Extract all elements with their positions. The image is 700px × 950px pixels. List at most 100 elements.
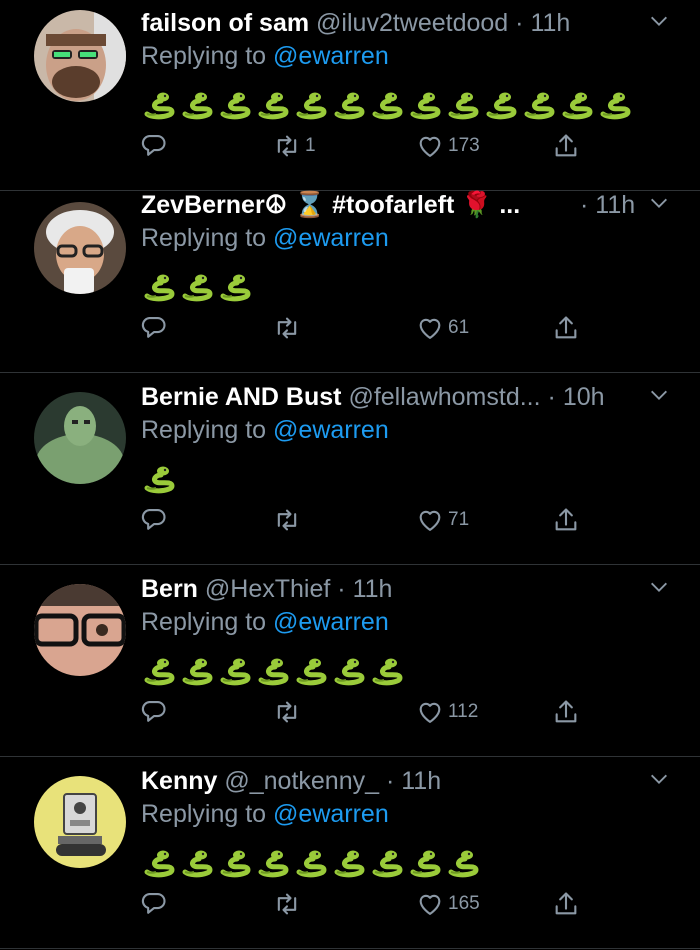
replying-label: Replying to: [141, 224, 267, 252]
like-button[interactable]: 61: [416, 308, 469, 348]
retweet-icon: [277, 701, 297, 723]
snake-emoji: [369, 652, 405, 688]
mention-link[interactable]: @ewarren: [273, 416, 389, 444]
share-button[interactable]: [552, 308, 580, 348]
snake-emoji: [179, 86, 215, 122]
snake-emoji: [407, 844, 443, 880]
mention-link[interactable]: @ewarren: [273, 42, 389, 70]
chevron-down-icon[interactable]: [648, 384, 670, 406]
share-button[interactable]: [552, 884, 580, 924]
tweet-header: Kenny @_notkenny_ · 11h: [141, 766, 441, 796]
avatar[interactable]: [34, 10, 126, 102]
display-name[interactable]: ZevBerner☮ ⌛ #toofarleft 🌹 ...: [141, 191, 520, 219]
like-button[interactable]: 165: [416, 884, 480, 924]
share-button[interactable]: [552, 500, 580, 540]
timestamp[interactable]: 10h: [563, 383, 605, 411]
heart-icon: [419, 894, 441, 915]
tweet-actions: 61: [140, 308, 600, 348]
timestamp[interactable]: 11h: [401, 767, 441, 795]
timestamp[interactable]: 11h: [595, 191, 635, 219]
avatar[interactable]: [34, 584, 126, 676]
avatar[interactable]: [34, 776, 126, 868]
reply-button[interactable]: [140, 500, 168, 540]
retweet-button[interactable]: [273, 692, 301, 732]
tweet-actions: 1 173: [140, 126, 600, 166]
reply-button[interactable]: [140, 126, 168, 166]
reply-button[interactable]: [140, 692, 168, 732]
user-handle[interactable]: @iluv2tweetdood: [316, 9, 508, 37]
tweet[interactable]: ZevBerner☮ ⌛ #toofarleft 🌹 ... · 11h Rep…: [0, 182, 700, 373]
snake-emoji: [369, 86, 405, 122]
retweet-button[interactable]: 1: [273, 126, 316, 166]
separator-dot: ·: [385, 767, 395, 795]
retweet-button[interactable]: [273, 500, 301, 540]
separator-dot: ·: [580, 191, 589, 219]
retweet-button[interactable]: [273, 308, 301, 348]
snake-emoji: [293, 844, 329, 880]
display-name[interactable]: failson of sam: [141, 9, 309, 37]
share-icon: [555, 316, 577, 339]
replying-to: Replying to @ewarren: [141, 415, 389, 445]
snake-emoji: [217, 268, 253, 304]
chevron-down-icon[interactable]: [648, 576, 670, 598]
heart-icon: [419, 702, 441, 723]
snake-emoji: [179, 268, 215, 304]
retweet-icon: [277, 135, 297, 157]
heart-icon: [419, 136, 441, 157]
tweet-text: [141, 840, 483, 880]
display-name[interactable]: Bern: [141, 575, 198, 603]
tweet[interactable]: Bern @HexThief · 11h Replying to @ewarre…: [0, 566, 700, 757]
timestamp[interactable]: 11h: [353, 575, 393, 603]
replying-label: Replying to: [141, 42, 267, 70]
tweet-actions: 71: [140, 500, 600, 540]
snake-emoji: [293, 86, 329, 122]
mention-link[interactable]: @ewarren: [273, 224, 389, 252]
share-icon: [555, 892, 577, 915]
like-button[interactable]: 173: [416, 126, 480, 166]
tweet-text: [141, 648, 407, 688]
share-button[interactable]: [552, 126, 580, 166]
reply-button[interactable]: [140, 884, 168, 924]
reply-icon: [141, 893, 166, 914]
mention-link[interactable]: @ewarren: [273, 800, 389, 828]
user-handle[interactable]: @fellawhomstd...: [348, 383, 540, 411]
avatar[interactable]: [34, 202, 126, 294]
avatar[interactable]: [34, 392, 126, 484]
snake-emoji: [369, 844, 405, 880]
snake-emoji: [331, 86, 367, 122]
like-count: 112: [448, 701, 479, 722]
retweet-button[interactable]: [273, 884, 301, 924]
like-count: 173: [448, 135, 480, 156]
like-button[interactable]: 112: [416, 692, 478, 732]
retweet-icon: [277, 317, 297, 339]
share-button[interactable]: [552, 692, 580, 732]
snake-emoji: [331, 652, 367, 688]
display-name[interactable]: Kenny: [141, 767, 217, 795]
chevron-down-icon[interactable]: [648, 768, 670, 790]
separator-dot: ·: [337, 575, 346, 603]
display-name[interactable]: Bernie AND Bust: [141, 383, 342, 411]
retweet-icon: [277, 509, 297, 531]
chevron-down-icon[interactable]: [648, 10, 670, 32]
reply-icon: [141, 701, 166, 722]
snake-emoji: [217, 86, 253, 122]
like-count: 61: [448, 317, 470, 338]
replying-label: Replying to: [141, 800, 267, 828]
mention-link[interactable]: @ewarren: [273, 608, 389, 636]
like-button[interactable]: 71: [416, 500, 469, 540]
tweet[interactable]: Kenny @_notkenny_ · 11h Replying to @ewa…: [0, 758, 700, 949]
user-handle[interactable]: @HexThief: [205, 575, 330, 603]
user-handle[interactable]: @_notkenny_: [224, 767, 379, 795]
tweet[interactable]: Bernie AND Bust @fellawhomstd... · 10h R…: [0, 374, 700, 565]
snake-emoji: [255, 652, 291, 688]
snake-emoji: [445, 844, 481, 880]
tweet[interactable]: failson of sam @iluv2tweetdood · 11h Rep…: [0, 0, 700, 191]
timestamp[interactable]: 11h: [530, 9, 570, 37]
share-icon: [555, 700, 577, 723]
chevron-down-icon[interactable]: [648, 192, 670, 214]
snake-emoji: [559, 86, 595, 122]
snake-emoji: [141, 652, 177, 688]
snake-emoji: [445, 86, 481, 122]
reply-button[interactable]: [140, 308, 168, 348]
snake-emoji: [141, 460, 177, 496]
